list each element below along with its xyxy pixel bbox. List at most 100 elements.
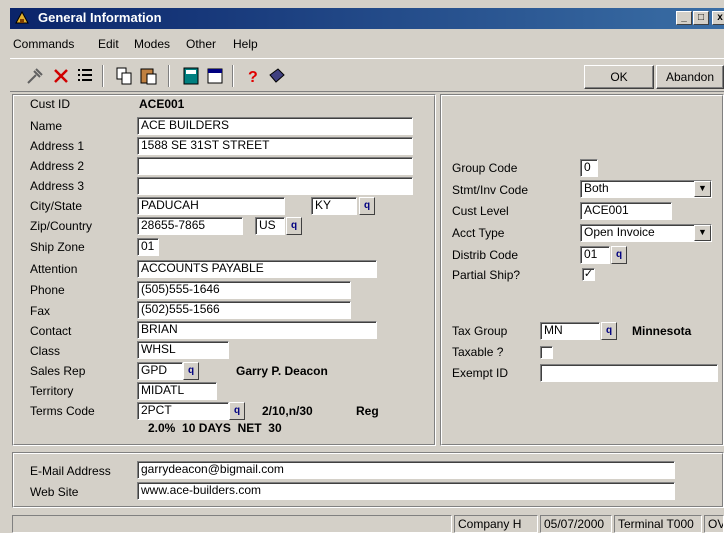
status-terminal: Terminal T000 (614, 515, 702, 533)
zip-field[interactable]: 28655-7865 (137, 217, 243, 235)
calculator-icon[interactable] (180, 65, 202, 87)
tax-group-name: Minnesota (632, 324, 692, 338)
address2-label: Address 2 (30, 159, 85, 173)
website-field[interactable]: www.ace-builders.com (137, 482, 675, 500)
name-field[interactable]: ACE BUILDERS (137, 117, 413, 135)
terms-lookup-icon[interactable]: q (229, 402, 245, 420)
terms-detail: 2.0% 10 DAYS NET 30 (148, 421, 282, 435)
attention-field[interactable]: ACCOUNTS PAYABLE (137, 260, 377, 278)
address3-label: Address 3 (30, 179, 85, 193)
cust-id-label: Cust ID (30, 97, 71, 111)
chevron-down-icon[interactable]: ▼ (694, 225, 711, 241)
taxable-label: Taxable ? (452, 345, 504, 359)
cust-level-field[interactable]: ACE001 (580, 202, 672, 220)
phone-label: Phone (30, 283, 65, 297)
distrib-code-field[interactable]: 01 (580, 246, 610, 264)
ship-zone-label: Ship Zone (30, 240, 85, 254)
stmt-inv-code-select[interactable]: Both (580, 180, 712, 198)
partial-ship-checkbox[interactable]: ✓ (582, 268, 595, 281)
state-lookup-icon[interactable]: q (359, 197, 375, 215)
fax-field[interactable]: (502)555-1566 (137, 301, 351, 319)
sales-rep-lookup-icon[interactable]: q (183, 362, 199, 380)
class-label: Class (30, 344, 61, 358)
acct-type-select[interactable]: Open Invoice (580, 224, 712, 242)
chevron-down-icon[interactable]: ▼ (694, 181, 711, 197)
menu-edit[interactable]: Edit (98, 37, 119, 51)
exempt-id-label: Exempt ID (452, 366, 509, 380)
status-message (12, 515, 452, 533)
menu-bar: Commands Edit Modes Other Help (10, 32, 724, 54)
tax-group-label: Tax Group (452, 324, 508, 338)
status-mode: OVR (704, 515, 724, 533)
title-bar: General Information _ □ x (10, 8, 724, 29)
close-button[interactable]: x (712, 11, 724, 25)
tax-group-field[interactable]: MN (540, 322, 600, 340)
minimize-button[interactable]: _ (676, 11, 692, 25)
website-label: Web Site (30, 485, 79, 499)
abandon-button[interactable]: Abandon (656, 65, 724, 89)
partial-ship-label: Partial Ship? (452, 268, 521, 282)
help-icon[interactable]: ? (242, 65, 264, 87)
distrib-code-label: Distrib Code (452, 248, 519, 262)
menu-other[interactable]: Other (186, 37, 216, 51)
toolbar: ? OK Abandon (10, 58, 724, 92)
hammer-icon[interactable] (24, 65, 46, 87)
stmt-inv-code-label: Stmt/Inv Code (452, 183, 529, 197)
toolbar-separator (168, 65, 170, 87)
city-field[interactable]: PADUCAH (137, 197, 285, 215)
group-code-label: Group Code (452, 161, 518, 175)
contact-label: Contact (30, 324, 72, 338)
list-icon[interactable] (74, 65, 96, 87)
exempt-id-field[interactable] (540, 364, 718, 382)
fax-label: Fax (30, 304, 51, 318)
city-state-label: City/State (30, 199, 83, 213)
book-icon[interactable] (266, 65, 288, 87)
app-icon (15, 11, 29, 24)
state-field[interactable]: KY (311, 197, 357, 215)
sales-rep-field[interactable]: GPD (137, 362, 183, 380)
contact-field[interactable]: BRIAN (137, 321, 377, 339)
address1-field[interactable]: 1588 SE 31ST STREET (137, 137, 413, 155)
phone-field[interactable]: (505)555-1646 (137, 281, 351, 299)
toolbar-separator (102, 65, 104, 87)
status-company: Company H (454, 515, 538, 533)
copy-icon[interactable] (114, 65, 136, 87)
class-field[interactable]: WHSL (137, 341, 229, 359)
tax-group-lookup-icon[interactable]: q (601, 322, 617, 340)
cust-id-value: ACE001 (139, 97, 185, 111)
email-field[interactable]: garrydeacon@bigmail.com (137, 461, 675, 479)
address1-label: Address 1 (30, 139, 85, 153)
territory-field[interactable]: MIDATL (137, 382, 217, 400)
menu-help[interactable]: Help (233, 37, 258, 51)
cust-level-label: Cust Level (452, 204, 509, 218)
status-date: 05/07/2000 (540, 515, 612, 533)
acct-type-label: Acct Type (452, 226, 505, 240)
address2-field[interactable] (137, 157, 413, 175)
menu-modes[interactable]: Modes (134, 37, 170, 51)
taxable-checkbox[interactable] (540, 346, 553, 359)
terms-type: Reg (356, 404, 379, 418)
distrib-lookup-icon[interactable]: q (611, 246, 627, 264)
name-label: Name (30, 119, 63, 133)
ok-button[interactable]: OK (584, 65, 654, 89)
toolbar-separator (232, 65, 234, 87)
svg-text:?: ? (248, 69, 258, 86)
paste-icon[interactable] (138, 65, 160, 87)
ship-zone-field[interactable]: 01 (137, 238, 159, 256)
terms-code-label: Terms Code (30, 404, 95, 418)
window-title: General Information (38, 10, 162, 25)
attention-label: Attention (30, 262, 78, 276)
delete-icon[interactable] (50, 65, 72, 87)
country-lookup-icon[interactable]: q (286, 217, 302, 235)
menu-commands[interactable]: Commands (13, 37, 74, 51)
sales-rep-label: Sales Rep (30, 364, 86, 378)
country-field[interactable]: US (255, 217, 285, 235)
zip-country-label: Zip/Country (30, 219, 93, 233)
maximize-button[interactable]: □ (693, 11, 709, 25)
terms-code-field[interactable]: 2PCT (137, 402, 229, 420)
status-bar: Company H 05/07/2000 Terminal T000 OVR (10, 513, 724, 533)
sales-rep-name: Garry P. Deacon (236, 364, 328, 378)
calendar-icon[interactable] (204, 65, 226, 87)
address3-field[interactable] (137, 177, 413, 195)
group-code-field[interactable]: 0 (580, 159, 598, 177)
